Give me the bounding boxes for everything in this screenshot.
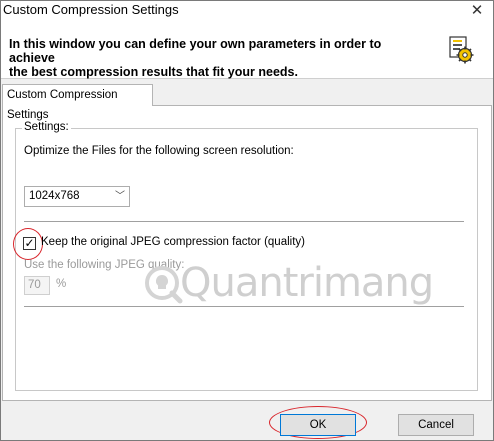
- banner-line-2: the best compression results that fit yo…: [9, 65, 298, 79]
- header-banner: In this window you can define your own p…: [1, 23, 493, 79]
- watermark-logo: Quantrimang: [140, 258, 434, 308]
- title-bar: Custom Compression Settings ✕: [1, 1, 493, 23]
- divider-top: [24, 221, 464, 223]
- close-icon[interactable]: ✕: [469, 3, 485, 19]
- window-title: Custom Compression Settings: [3, 2, 179, 17]
- watermark-bulb-icon: [145, 266, 183, 304]
- watermark-text: Quantrimang: [180, 260, 434, 306]
- banner-line-1: In this window you can define your own p…: [9, 37, 382, 65]
- resolution-value: 1024x768: [29, 190, 80, 202]
- settings-gear-icon: [449, 36, 474, 64]
- resolution-select[interactable]: 1024x768 ﹀: [24, 186, 130, 207]
- chevron-down-icon: ﹀: [115, 191, 125, 202]
- keep-jpeg-label[interactable]: Keep the original JPEG compression facto…: [41, 236, 305, 248]
- cancel-button[interactable]: Cancel: [398, 414, 474, 436]
- annotation-circle-checkbox: [13, 228, 43, 260]
- quality-input[interactable]: 70: [24, 276, 50, 295]
- dialog-window: Custom Compression Settings ✕ In this wi…: [0, 0, 494, 441]
- banner-text: In this window you can define your own p…: [9, 37, 429, 79]
- ok-button[interactable]: OK: [280, 414, 356, 436]
- tab-custom-compression-settings[interactable]: Custom Compression Settings: [2, 84, 153, 121]
- tab-panel: Settings: Optimize the Files for the fol…: [2, 105, 492, 401]
- resolution-label: Optimize the Files for the following scr…: [24, 145, 294, 157]
- quality-unit: %: [56, 278, 67, 290]
